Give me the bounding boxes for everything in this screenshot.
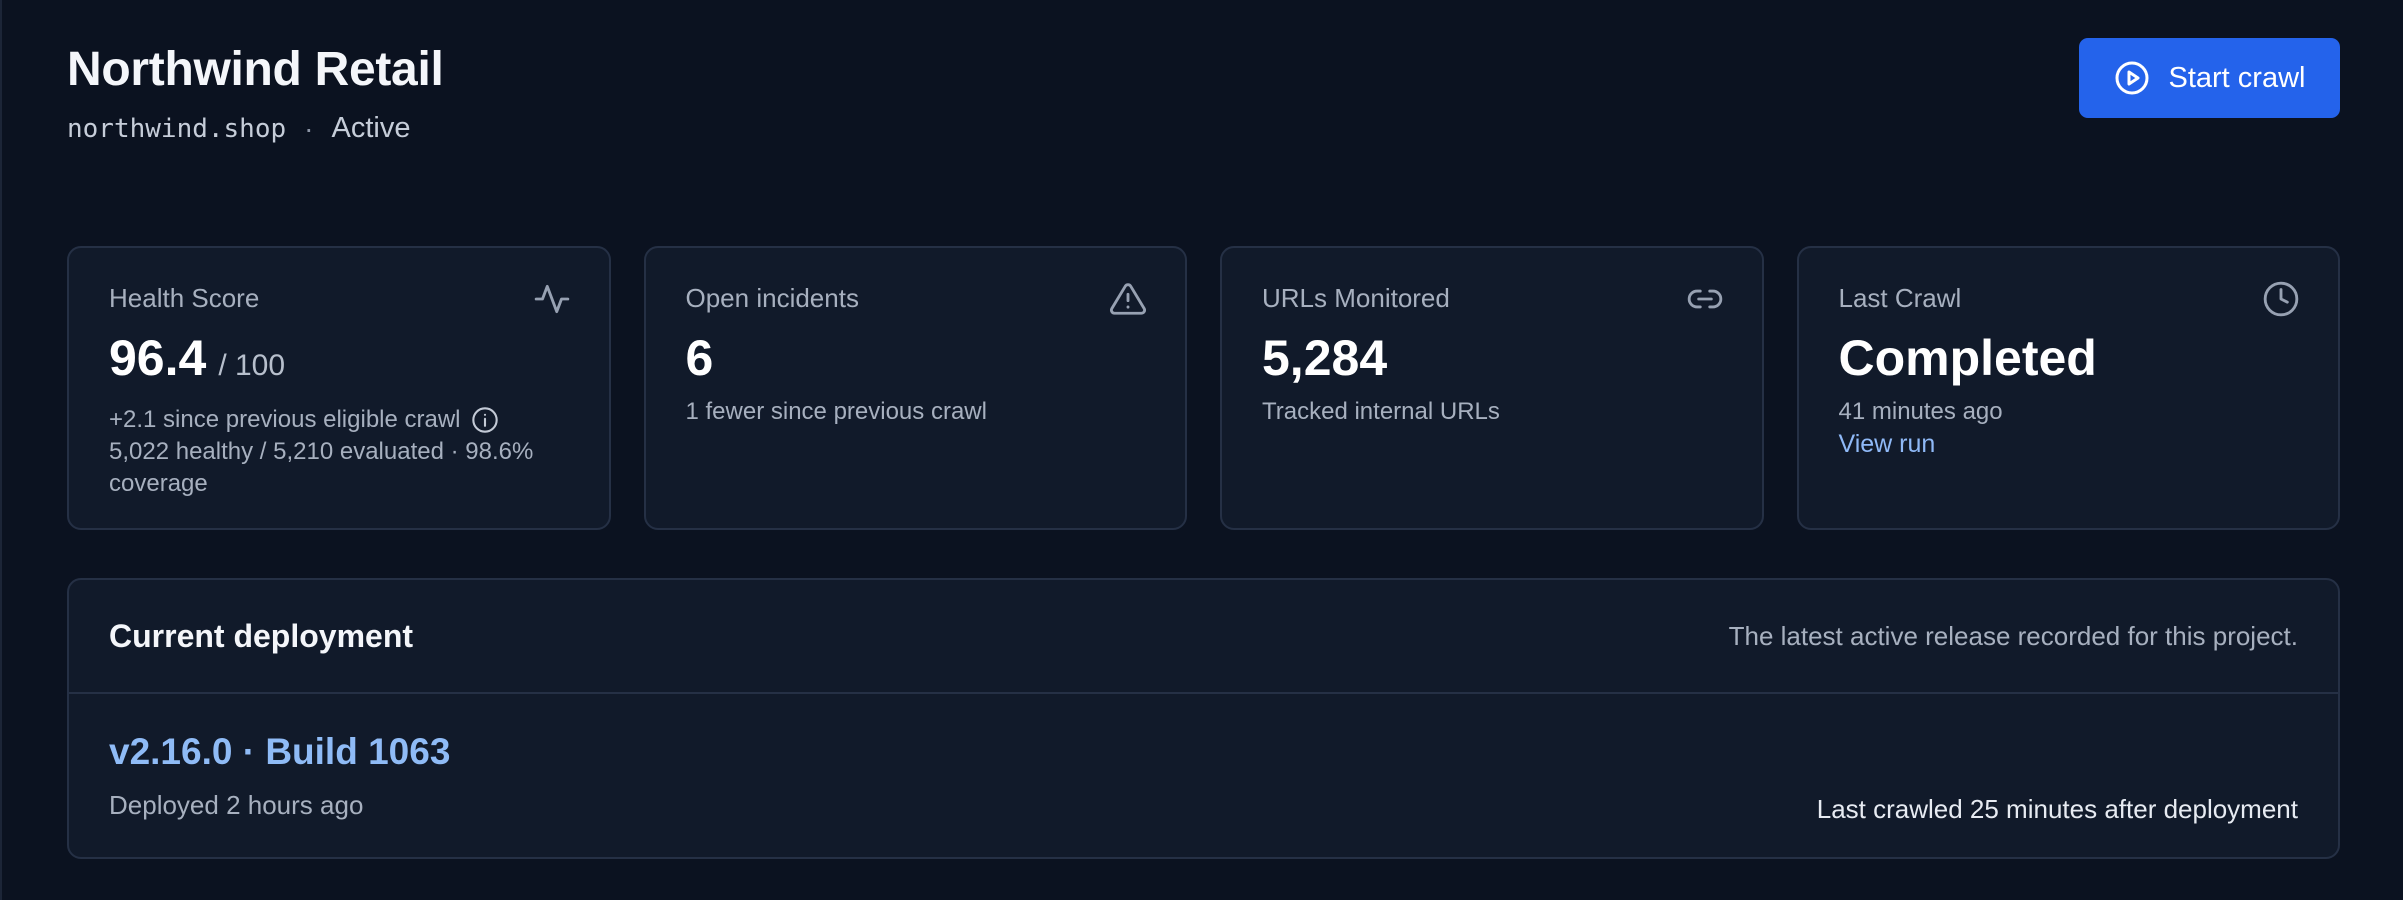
- card-note: +2.1 since previous eligible crawl: [109, 404, 569, 436]
- card-note: 1 fewer since previous crawl: [686, 396, 1146, 428]
- deployment-description: The latest active release recorded for t…: [1728, 620, 2298, 651]
- health-score-coverage: 5,022 healthy / 5,210 evaluated · 98.6% …: [109, 438, 534, 497]
- card-value: 6: [686, 328, 1146, 388]
- activity-icon: [533, 280, 571, 318]
- project-status: Active: [331, 112, 411, 144]
- card-value: 96.4 / 100: [109, 328, 569, 396]
- page-title: Northwind Retail: [67, 43, 444, 96]
- urls-monitored-note: Tracked internal URLs: [1262, 398, 1500, 425]
- open-incidents-value: 6: [685, 330, 714, 386]
- last-crawl-time: 41 minutes ago: [1838, 398, 2003, 425]
- deployment-crawl-note: Last crawled 25 minutes after deployment: [1816, 794, 2298, 824]
- stat-cards: Health Score 96.4 / 100 +2.1 since previ…: [67, 246, 2340, 530]
- open-incidents-card: Open incidents 6 1 fewer since previous …: [643, 246, 1187, 530]
- link-icon: [1686, 280, 1724, 318]
- project-meta: northwind.shop · Active: [67, 112, 2340, 145]
- start-crawl-button[interactable]: Start crawl: [2079, 38, 2340, 118]
- card-note: 41 minutes ago: [1839, 396, 2299, 428]
- info-icon[interactable]: [471, 406, 499, 434]
- project-header: Northwind Retail northwind.shop · Active…: [67, 38, 2340, 160]
- card-value: 5,284: [1262, 328, 1722, 388]
- current-deployment-panel: Current deployment The latest active rel…: [67, 578, 2340, 859]
- card-label: Open incidents: [685, 283, 859, 313]
- health-score-value: 96.4: [109, 330, 207, 386]
- health-score-change: +2.1 since previous eligible crawl: [109, 406, 461, 433]
- deployment-body: v2.16.0 · Build 1063 Deployed 2 hours ag…: [69, 694, 2338, 859]
- open-incidents-change: 1 fewer since previous crawl: [685, 398, 987, 425]
- card-value: Completed: [1839, 328, 2299, 388]
- meta-separator: ·: [304, 112, 314, 144]
- deployment-version-link[interactable]: v2.16.0 · Build 1063: [109, 730, 450, 774]
- card-label: Health Score: [109, 283, 260, 313]
- last-crawl-status: Completed: [1838, 330, 2097, 386]
- deployment-header: Current deployment The latest active rel…: [69, 580, 2338, 694]
- project-overview-page: Northwind Retail northwind.shop · Active…: [0, 0, 2403, 900]
- left-border: [0, 0, 2, 900]
- last-crawl-card: Last Crawl Completed 41 minutes ago View…: [1796, 246, 2340, 530]
- card-note: Tracked internal URLs: [1262, 396, 1722, 428]
- health-score-unit: / 100: [218, 349, 286, 382]
- project-domain: northwind.shop: [67, 113, 287, 144]
- deployment-title: Current deployment: [109, 617, 414, 654]
- start-crawl-label: Start crawl: [2168, 61, 2306, 94]
- warning-triangle-icon: [1109, 280, 1147, 318]
- card-label: URLs Monitored: [1262, 283, 1450, 313]
- urls-monitored-card: URLs Monitored 5,284 Tracked internal UR…: [1220, 246, 1764, 530]
- clock-icon: [2262, 280, 2300, 318]
- urls-monitored-value: 5,284: [1262, 330, 1388, 386]
- card-label: Last Crawl: [1838, 283, 1962, 313]
- health-score-card: Health Score 96.4 / 100 +2.1 since previ…: [67, 246, 611, 530]
- view-run-link[interactable]: View run: [1839, 428, 2299, 460]
- play-circle-icon: [2114, 60, 2150, 96]
